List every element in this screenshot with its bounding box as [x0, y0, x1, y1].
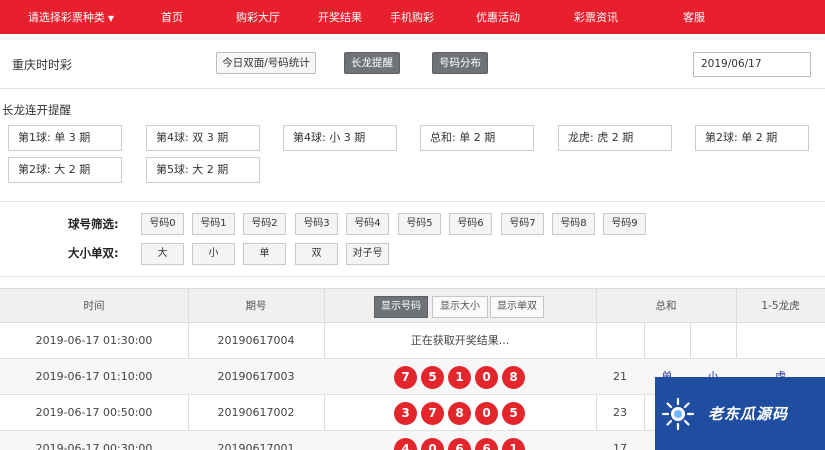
- row-time: 2019-06-17 01:30:00: [35, 334, 153, 347]
- streak-box: 第4球: 小 3 期: [283, 125, 397, 151]
- draw-ball: 0: [475, 402, 498, 425]
- filter-number-6[interactable]: 号码6: [449, 213, 492, 235]
- streak-box: 第2球: 大 2 期: [8, 157, 122, 183]
- row-time: 2019-06-17 01:10:00: [35, 370, 153, 383]
- draw-ball: 4: [394, 438, 417, 450]
- filter-number-4[interactable]: 号码4: [346, 213, 389, 235]
- watermark: 老东瓜源码: [655, 377, 825, 450]
- filter-number-2[interactable]: 号码2: [243, 213, 286, 235]
- streak-title: 长龙连开提醒: [2, 103, 71, 117]
- header-issue: 期号: [245, 300, 267, 312]
- filter-number-9[interactable]: 号码9: [603, 213, 646, 235]
- row-sum: 21: [613, 370, 627, 383]
- draw-ball: 3: [394, 402, 417, 425]
- filter-number-8[interactable]: 号码8: [552, 213, 595, 235]
- show-odd-even-button[interactable]: 显示单双: [490, 296, 544, 318]
- streak-box: 龙虎: 虎 2 期: [558, 125, 672, 151]
- draw-ball: 7: [394, 366, 417, 389]
- draw-balls: 3 7 8 0 5: [394, 402, 525, 425]
- row-status: 正在获取开奖结果...: [410, 334, 510, 347]
- lottery-type-select-label: 请选择彩票种类: [27, 11, 105, 24]
- row-time: 2019-06-17 00:30:00: [35, 442, 153, 450]
- nav-item-promotions[interactable]: 优惠活动: [458, 9, 538, 25]
- row-issue: 20190617004: [217, 334, 295, 347]
- logo-icon: [661, 397, 695, 430]
- streak-box: 第2球: 单 2 期: [695, 125, 809, 151]
- streak-box: 第1球: 单 3 期: [8, 125, 122, 151]
- show-size-button[interactable]: 显示大小: [432, 296, 488, 318]
- draw-ball: 5: [421, 366, 444, 389]
- nav-item-lobby[interactable]: 购彩大厅: [202, 9, 314, 25]
- draw-ball: 8: [448, 402, 471, 425]
- watermark-text: 老东瓜源码: [708, 405, 789, 423]
- top-nav: 请选择彩票种类 ▼ 首页 购彩大厅 开奖结果 手机购彩 优惠活动 彩票资讯 客服: [0, 0, 825, 34]
- row-sum: 17: [613, 442, 627, 450]
- divider: [0, 201, 825, 202]
- nav-item-home[interactable]: 首页: [142, 9, 202, 25]
- draw-ball: 0: [421, 438, 444, 450]
- streak-reminder-button[interactable]: 长龙提醒: [344, 52, 400, 74]
- nav-item-news[interactable]: 彩票资讯: [538, 9, 654, 25]
- date-field[interactable]: 2019/06/17: [693, 52, 811, 77]
- header-sum: 总和: [655, 300, 677, 312]
- size-filter-label: 大小单双:: [68, 246, 119, 260]
- header-dragon-tiger: 1-5龙虎: [761, 300, 800, 312]
- draw-ball: 7: [421, 402, 444, 425]
- streak-box: 第5球: 大 2 期: [146, 157, 260, 183]
- filter-small[interactable]: 小: [192, 243, 235, 265]
- row-sum: 23: [613, 406, 627, 419]
- draw-ball: 1: [448, 366, 471, 389]
- header-time: 时间: [83, 300, 105, 312]
- draw-ball: 0: [475, 366, 498, 389]
- show-number-button[interactable]: 显示号码: [374, 296, 428, 318]
- draw-ball: 6: [448, 438, 471, 450]
- streak-box: 第4球: 双 3 期: [146, 125, 260, 151]
- filter-number-5[interactable]: 号码5: [398, 213, 441, 235]
- filter-number-0[interactable]: 号码0: [141, 213, 184, 235]
- draw-ball: 6: [475, 438, 498, 450]
- streak-box: 总和: 单 2 期: [420, 125, 534, 151]
- filter-odd[interactable]: 单: [243, 243, 286, 265]
- draw-ball: 8: [502, 366, 525, 389]
- filter-pair[interactable]: 对子号: [346, 243, 389, 265]
- ball-filter-label: 球号筛选:: [68, 217, 119, 231]
- divider: [0, 88, 825, 89]
- draw-balls: 7 5 1 0 8: [394, 366, 525, 389]
- draw-ball: 5: [502, 402, 525, 425]
- row-issue: 20190617001: [217, 442, 295, 450]
- nav-item-support[interactable]: 客服: [654, 9, 734, 25]
- table-row: 2019-06-17 01:30:00 20190617004 正在获取开奖结果…: [0, 323, 825, 359]
- nav-item-results[interactable]: 开奖结果: [314, 9, 366, 25]
- results-table-header: 时间 期号 显示号码 显示大小 显示单双 总和 1-5龙虎: [0, 288, 825, 323]
- filter-number-3[interactable]: 号码3: [295, 213, 338, 235]
- filter-number-7[interactable]: 号码7: [501, 213, 544, 235]
- lottery-type-select[interactable]: 请选择彩票种类 ▼: [0, 9, 142, 25]
- filter-even[interactable]: 双: [295, 243, 338, 265]
- lottery-name: 重庆时时彩: [12, 58, 73, 72]
- filter-big[interactable]: 大: [141, 243, 184, 265]
- row-issue: 20190617003: [217, 370, 295, 383]
- chevron-down-icon: ▼: [107, 14, 115, 23]
- number-distribution-button[interactable]: 号码分布: [432, 52, 488, 74]
- daily-stats-button[interactable]: 今日双面/号码统计: [216, 52, 316, 74]
- row-issue: 20190617002: [217, 406, 295, 419]
- filter-number-1[interactable]: 号码1: [192, 213, 235, 235]
- divider: [0, 276, 825, 277]
- nav-item-mobile[interactable]: 手机购彩: [366, 9, 458, 25]
- draw-ball: 1: [502, 438, 525, 450]
- row-time: 2019-06-17 00:50:00: [35, 406, 153, 419]
- draw-balls: 4 0 6 6 1: [394, 438, 525, 450]
